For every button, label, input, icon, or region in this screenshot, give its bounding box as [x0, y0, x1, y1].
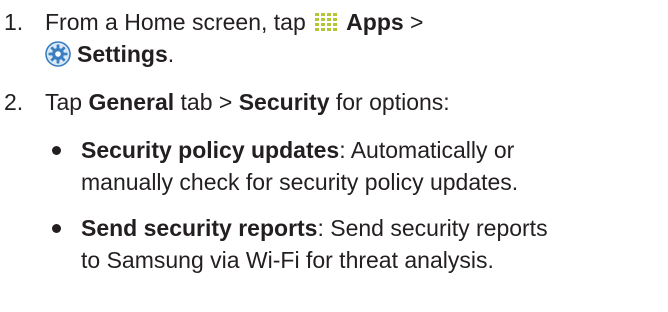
option-description-start: : Automatically or — [339, 137, 515, 163]
step-number: 2. — [4, 89, 24, 115]
option-text: Send security reports: Send security rep… — [81, 212, 668, 276]
option-term: Send security reports — [81, 215, 318, 241]
step-text-prefix: From a Home screen, tap — [45, 9, 313, 35]
option-term: Security policy updates — [81, 137, 340, 163]
settings-gear-icon — [45, 41, 71, 67]
option-line-2: manually check for security policy updat… — [81, 169, 519, 195]
step-1-line-2: Settings. — [45, 38, 668, 70]
option-text: Security policy updates: Automatically o… — [81, 134, 668, 198]
step-text-suffix: > — [403, 9, 424, 35]
step-text: Tap General tab > Security for options: — [45, 86, 668, 118]
step-1-line-1: From a Home screen, tap Apps > — [45, 6, 668, 38]
option-line-1: Send security reports: Send security rep… — [81, 212, 668, 244]
step-text-middle: tab > — [174, 89, 239, 115]
bullet-dot — [52, 146, 61, 155]
security-label: Security — [238, 89, 330, 115]
step-2-line-1: Tap General tab > Security for options: — [45, 86, 668, 118]
option-line-2: to Samsung via Wi-Fi for threat analysis… — [81, 247, 494, 273]
step-text-end: . — [167, 41, 175, 67]
settings-label: Settings — [77, 41, 168, 67]
step-number: 1. — [4, 9, 24, 35]
apps-grid-icon — [315, 13, 338, 31]
apps-label: Apps — [346, 9, 404, 35]
step-text-suffix: for options: — [329, 89, 450, 115]
option-description-start: : Send security reports — [317, 215, 548, 241]
step-text-prefix: Tap — [45, 89, 89, 115]
general-tab-label: General — [88, 89, 175, 115]
option-line-1: Security policy updates: Automatically o… — [81, 134, 668, 166]
bullet-dot — [52, 224, 61, 233]
step-text: From a Home screen, tap Apps > Settings. — [45, 6, 668, 70]
